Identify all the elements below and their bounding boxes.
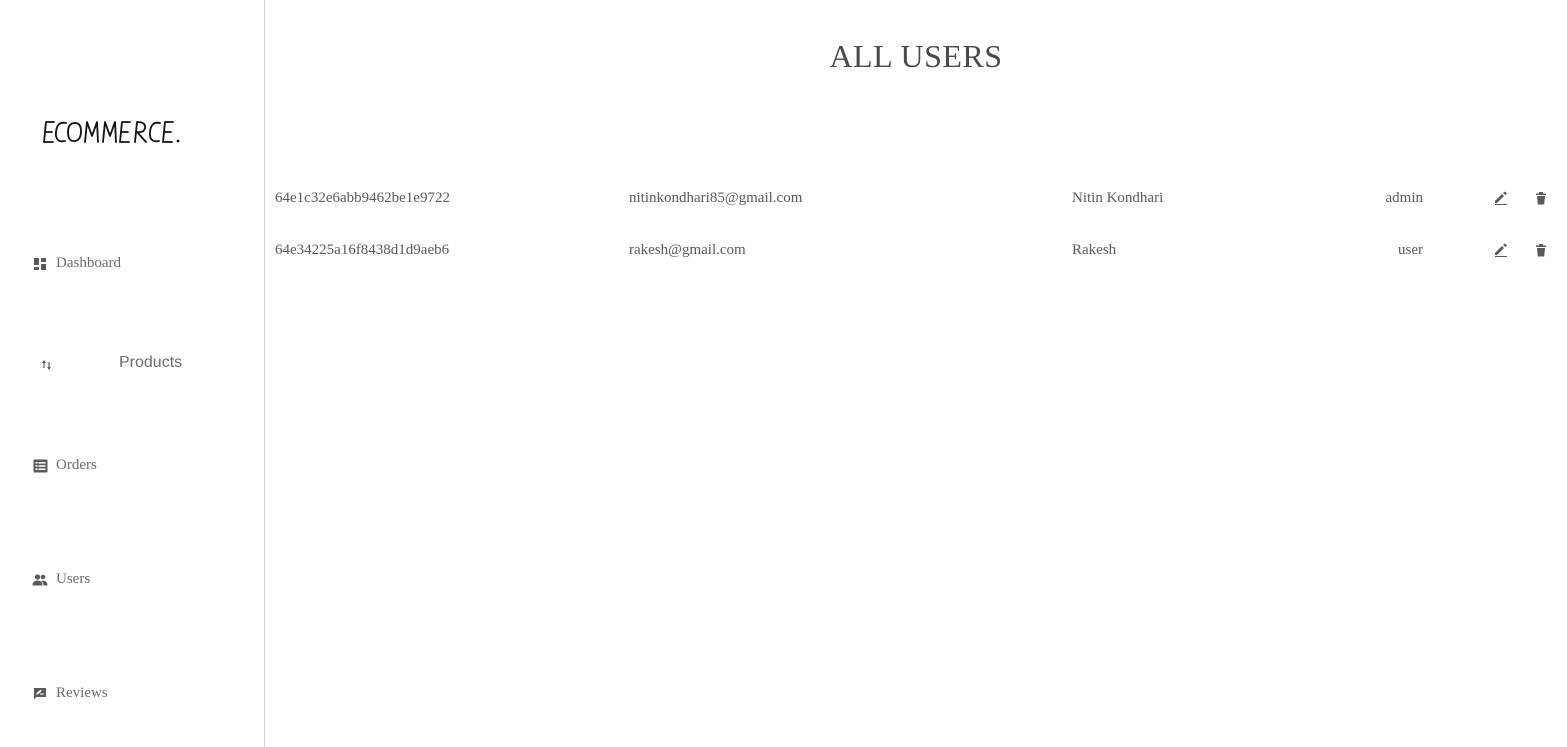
edit-icon[interactable] — [1493, 242, 1509, 258]
list-alt-icon — [32, 458, 48, 474]
logo[interactable] — [42, 112, 222, 152]
user-email-cell: nitinkondhari85@gmail.com — [629, 190, 803, 206]
sidebar-item-label: Users — [56, 571, 91, 587]
user-name-cell: Rakesh — [1072, 242, 1117, 258]
import-export-icon — [40, 358, 54, 372]
edit-icon[interactable] — [1493, 190, 1509, 206]
user-role-cell: user — [1398, 242, 1423, 258]
table-row: 64e1c32e6abb9462be1e9722 nitinkondhari85… — [275, 188, 1560, 212]
sidebar-item-dashboard[interactable]: Dashboard — [32, 255, 121, 272]
sidebar-item-label: Products — [119, 354, 183, 371]
sidebar-item-users[interactable]: Users — [32, 571, 90, 588]
admin-users-page: Dashboard Products Orders Users Reviews … — [0, 0, 1567, 747]
sidebar: Dashboard Products Orders Users Reviews — [0, 0, 265, 747]
table-row: 64e34225a16f8438d1d9aeb6 rakesh@gmail.co… — [275, 240, 1560, 264]
sidebar-item-reviews[interactable]: Reviews — [32, 685, 108, 702]
user-id-cell: 64e34225a16f8438d1d9aeb6 — [275, 242, 450, 258]
delete-icon[interactable] — [1533, 242, 1549, 258]
people-icon — [32, 572, 48, 588]
user-email-cell: rakesh@gmail.com — [629, 242, 746, 258]
page-title: ALL USERS — [829, 38, 1003, 74]
user-role-cell: admin — [1385, 190, 1424, 206]
dashboard-icon — [32, 256, 48, 272]
sidebar-item-label: Orders — [56, 457, 97, 473]
sidebar-item-orders[interactable]: Orders — [32, 457, 97, 474]
delete-icon[interactable] — [1533, 190, 1549, 206]
rate-review-icon — [32, 686, 48, 702]
user-name-cell: Nitin Kondhari — [1072, 190, 1164, 206]
sidebar-item-products[interactable]: Products — [40, 354, 240, 376]
sidebar-item-label: Reviews — [56, 685, 108, 701]
logo-wordmark — [43, 121, 180, 143]
user-id-cell: 64e1c32e6abb9462be1e9722 — [275, 190, 450, 206]
sidebar-item-label: Dashboard — [56, 255, 121, 271]
